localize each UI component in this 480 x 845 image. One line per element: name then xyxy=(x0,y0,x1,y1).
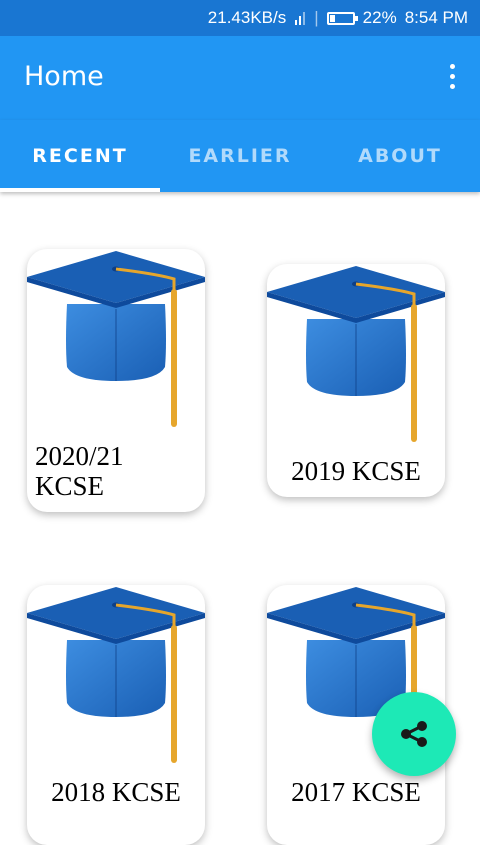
graduation-cap-icon xyxy=(27,249,205,434)
card-title: 2018 KCSE xyxy=(51,777,181,807)
more-vert-icon[interactable] xyxy=(442,64,462,92)
tab-recent[interactable]: RECENT xyxy=(0,120,160,192)
tab-indicator xyxy=(0,188,160,192)
card-title: 2017 KCSE xyxy=(291,777,421,807)
page-title: Home xyxy=(24,61,104,92)
tab-bar: RECENT EARLIER ABOUT xyxy=(0,120,480,192)
battery-icon xyxy=(326,11,358,25)
clock: 8:54 PM xyxy=(404,8,468,27)
tab-earlier[interactable]: EARLIER xyxy=(160,120,320,192)
card-2019-kcse[interactable]: 2019 KCSE xyxy=(267,264,445,497)
graduation-cap-icon xyxy=(27,585,205,770)
app-bar: Home xyxy=(0,36,480,120)
battery-level xyxy=(329,14,335,22)
share-button[interactable] xyxy=(372,692,456,776)
status-right: 21.43KB/s | 22% 8:54 PM xyxy=(208,8,468,28)
card-title: 2019 KCSE xyxy=(291,456,421,486)
card-2020-21-kcse[interactable]: 2020/21 KCSE xyxy=(27,249,205,512)
battery-percent: 22% xyxy=(362,8,397,27)
graduation-cap-icon xyxy=(267,264,445,449)
network-speed: 21.43KB/s xyxy=(207,8,287,27)
signal-icon xyxy=(294,10,306,26)
separator: | xyxy=(314,8,319,27)
card-title: 2020/21 KCSE xyxy=(35,441,124,501)
tab-about[interactable]: ABOUT xyxy=(320,120,480,192)
status-bar: 21.43KB/s | 22% 8:54 PM xyxy=(0,0,480,36)
share-icon xyxy=(401,721,427,747)
card-2018-kcse[interactable]: 2018 KCSE xyxy=(27,585,205,845)
